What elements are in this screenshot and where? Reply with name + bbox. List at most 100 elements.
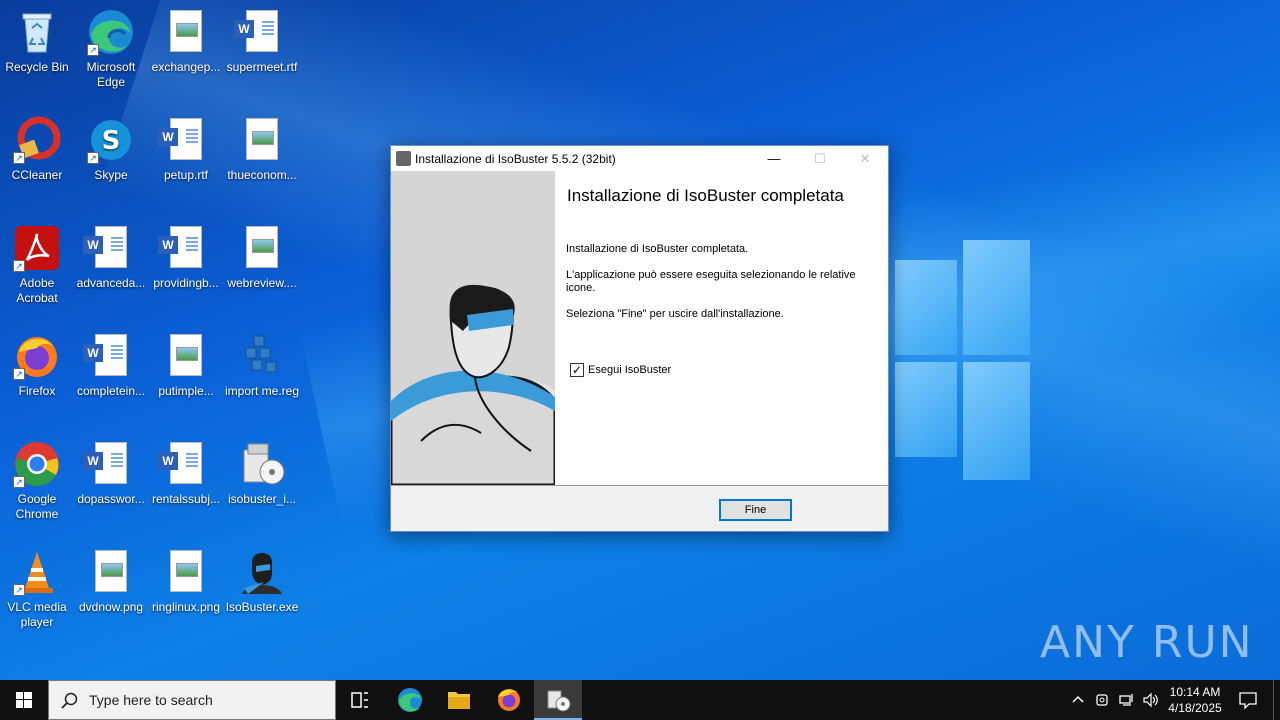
network-icon[interactable] xyxy=(1119,692,1135,711)
clock-time: 10:14 AM xyxy=(1169,685,1221,699)
shortcut-arrow-icon: ↗ xyxy=(13,584,25,596)
word-document-icon: W xyxy=(83,332,135,380)
desktop-icon-rentalssubj[interactable]: W rentalssubj... xyxy=(148,440,224,507)
maximize-button: ☐ xyxy=(814,151,826,166)
installer-package-icon xyxy=(547,690,571,712)
folder-icon xyxy=(448,692,470,709)
start-button[interactable] xyxy=(0,680,48,720)
word-document-icon: W xyxy=(83,224,135,272)
edge-icon: ↗ xyxy=(87,8,135,56)
icon-label: Firefox xyxy=(18,384,56,398)
run-isobuster-label[interactable]: Esegui IsoBuster xyxy=(588,364,671,376)
clock-date: 4/18/2025 xyxy=(1168,701,1222,715)
desktop-icon-google-chrome[interactable]: ↗ Google Chrome xyxy=(0,440,75,522)
button-area-divider xyxy=(391,485,888,486)
wallpaper-windows-logo xyxy=(895,240,1030,480)
show-desktop-button[interactable] xyxy=(1273,680,1280,720)
recycle-bin-icon xyxy=(13,8,61,56)
notifications-icon[interactable] xyxy=(1238,690,1258,713)
word-document-icon: W xyxy=(83,440,135,488)
run-isobuster-checkbox[interactable]: ✓ xyxy=(570,363,584,377)
taskbar-edge[interactable] xyxy=(386,680,434,720)
desktop-icon-firefox[interactable]: ↗ Firefox xyxy=(0,332,75,399)
image-file-icon xyxy=(87,548,135,596)
task-view-button[interactable] xyxy=(336,680,384,720)
taskbar: Type here to search 10:14 AM 4/18/2025 xyxy=(0,680,1280,720)
firefox-icon xyxy=(498,689,520,711)
desktop-icon-petup[interactable]: W petup.rtf xyxy=(148,116,224,183)
finish-button[interactable]: Fine xyxy=(719,499,792,521)
taskbar-file-explorer[interactable] xyxy=(435,680,483,720)
desktop: Recycle Bin ↗ CCleaner ↗ Adobe Acrobat ↗… xyxy=(0,0,1280,680)
completion-heading: Installazione di IsoBuster completata xyxy=(567,186,844,205)
icon-label: thueconom... xyxy=(227,168,297,182)
firefox-icon: ↗ xyxy=(13,332,61,380)
icon-label: import me.reg xyxy=(224,384,300,398)
isobuster-app-icon xyxy=(238,548,286,596)
vlc-cone-icon: ↗ xyxy=(13,548,61,596)
desktop-icon-isobuster-exe[interactable]: IsoBuster.exe xyxy=(224,548,300,615)
desktop-icon-providingb[interactable]: W providingb... xyxy=(148,224,224,291)
minimize-button[interactable]: — xyxy=(751,146,797,171)
icon-label: exchangep... xyxy=(151,60,221,74)
desktop-icon-isobuster-installer[interactable]: isobuster_i... xyxy=(224,440,300,507)
icon-label: Recycle Bin xyxy=(5,60,69,74)
desktop-icon-webreview[interactable]: webreview.... xyxy=(224,224,300,291)
wizard-content: Installazione di IsoBuster completata In… xyxy=(555,171,888,485)
shortcut-arrow-icon: ↗ xyxy=(87,152,99,164)
installer-app-icon xyxy=(396,151,411,166)
system-clock[interactable]: 10:14 AM 4/18/2025 xyxy=(1160,684,1230,716)
image-file-icon xyxy=(238,224,286,272)
desktop-icon-import-me-reg[interactable]: import me.reg xyxy=(224,332,300,399)
desktop-icon-advanceda[interactable]: W advanceda... xyxy=(73,224,149,291)
adobe-acrobat-icon: ↗ xyxy=(13,224,61,272)
icon-label: dopasswor... xyxy=(77,492,145,506)
word-document-icon: W xyxy=(234,8,286,56)
installer-dialog: Installazione di IsoBuster 5.5.2 (32bit)… xyxy=(390,145,889,532)
desktop-icon-dopasswor[interactable]: W dopasswor... xyxy=(73,440,149,507)
dialog-title: Installazione di IsoBuster 5.5.2 (32bit) xyxy=(415,152,616,166)
desktop-icon-putimple[interactable]: putimple... xyxy=(148,332,224,399)
icon-label: supermeet.rtf xyxy=(226,60,298,74)
desktop-icon-skype[interactable]: S ↗ Skype xyxy=(73,116,149,183)
shortcut-arrow-icon: ↗ xyxy=(13,368,25,380)
registry-file-icon xyxy=(238,332,286,380)
meet-now-icon[interactable] xyxy=(1095,692,1111,711)
icon-label: providingb... xyxy=(153,276,219,290)
taskbar-isobuster-installer[interactable] xyxy=(534,680,582,720)
desktop-icon-ccleaner[interactable]: ↗ CCleaner xyxy=(0,116,75,183)
image-file-icon xyxy=(162,8,210,56)
show-hidden-icons-chevron-icon[interactable] xyxy=(1071,692,1085,709)
icon-label: rentalssubj... xyxy=(151,492,221,506)
ccleaner-icon: ↗ xyxy=(13,116,61,164)
icon-label: webreview.... xyxy=(227,276,297,290)
close-button: ✕ xyxy=(859,151,871,166)
desktop-icon-adobe-acrobat[interactable]: ↗ Adobe Acrobat xyxy=(0,224,75,306)
word-document-icon: W xyxy=(158,440,210,488)
icon-label: Adobe Acrobat xyxy=(16,276,58,305)
shortcut-arrow-icon: ↗ xyxy=(87,44,99,56)
desktop-icon-recycle-bin[interactable]: Recycle Bin xyxy=(0,8,75,75)
desktop-icon-thueconom[interactable]: thueconom... xyxy=(224,116,300,183)
taskbar-firefox[interactable] xyxy=(485,680,533,720)
desktop-icon-exchangep[interactable]: exchangep... xyxy=(148,8,224,75)
taskbar-search-box[interactable]: Type here to search xyxy=(48,680,336,720)
search-placeholder: Type here to search xyxy=(89,692,213,708)
anyrun-watermark: ANY RUN xyxy=(1040,612,1254,672)
desktop-icon-dvdnow[interactable]: dvdnow.png xyxy=(73,548,149,615)
desktop-icon-microsoft-edge[interactable]: ↗ Microsoft Edge xyxy=(73,8,149,90)
desktop-icon-ringlinux[interactable]: ringlinux.png xyxy=(148,548,224,615)
icon-label: IsoBuster.exe xyxy=(225,600,299,614)
exit-instruction: Seleziona "Fine" per uscire dall'install… xyxy=(566,308,784,320)
volume-icon[interactable] xyxy=(1142,692,1160,711)
icon-label: Skype xyxy=(94,168,128,182)
dialog-titlebar[interactable]: Installazione di IsoBuster 5.5.2 (32bit)… xyxy=(391,146,888,171)
icon-label: Google Chrome xyxy=(15,492,59,521)
desktop-icon-vlc[interactable]: ↗ VLC media player xyxy=(0,548,75,630)
desktop-icon-supermeet[interactable]: W supermeet.rtf xyxy=(224,8,300,75)
shortcut-arrow-icon: ↗ xyxy=(13,476,25,488)
desktop-icon-completein[interactable]: W completein... xyxy=(73,332,149,399)
icon-label: putimple... xyxy=(158,384,214,398)
icon-label: petup.rtf xyxy=(163,168,209,182)
image-file-icon xyxy=(162,548,210,596)
